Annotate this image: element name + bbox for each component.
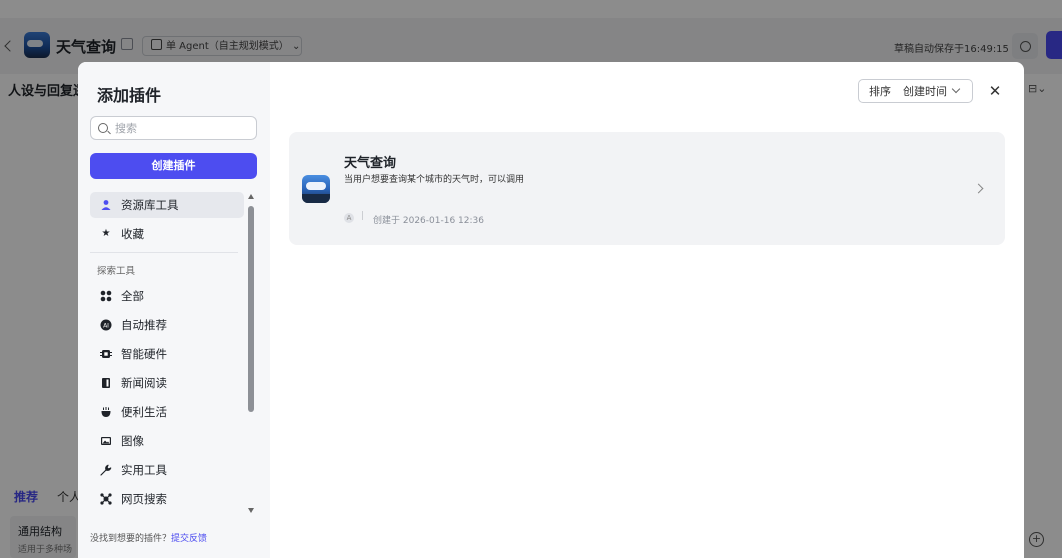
sidebar-item-label: 全部 [121,289,144,303]
sidebar-item-smart-hardware[interactable]: 智能硬件 [90,341,244,367]
create-plugin-button[interactable]: 创建插件 [90,153,257,179]
book-icon [100,377,112,389]
sidebar-item-image[interactable]: 图像 [90,428,244,454]
close-icon: ✕ [988,82,1002,100]
add-plugin-modal: 添加插件 创建插件 资源库工具 ★ 收藏 探索工具 全部 AI [78,62,1024,558]
sidebar-item-label: 图像 [121,434,144,448]
image-icon [100,435,112,447]
sidebar-item-favorites[interactable]: ★ 收藏 [90,221,244,247]
svg-text:AI: AI [103,322,109,329]
feedback-link[interactable]: 提交反馈 [171,534,207,544]
modal-title: 添加插件 [97,86,162,105]
sidebar-item-library[interactable]: 资源库工具 [90,192,244,218]
sort-select[interactable]: 排序 创建时间 [858,79,973,103]
plugin-sidebar: 添加插件 创建插件 资源库工具 ★ 收藏 探索工具 全部 AI [78,62,270,558]
sidebar-item-utilities[interactable]: 实用工具 [90,457,244,483]
section-divider [90,252,238,253]
sidebar-item-label: 实用工具 [121,463,167,477]
sort-label: 排序 [869,85,891,98]
close-button[interactable]: ✕ [986,82,1004,100]
weather-plugin-icon [302,175,330,203]
sidebar-item-news[interactable]: 新闻阅读 [90,370,244,396]
search-box[interactable] [90,116,257,140]
web-search-icon [100,493,112,505]
scroll-down-icon[interactable] [248,508,254,513]
ai-icon: AI [100,319,112,331]
sidebar-item-life[interactable]: 便利生活 [90,399,244,425]
search-input[interactable] [115,119,251,137]
search-icon [98,123,108,133]
chip-icon [100,348,112,360]
meta-separator: | [361,211,365,221]
explore-section-label: 探索工具 [97,266,136,277]
plugin-card[interactable]: 天气查询 当用户想要查询某个城市的天气时，可以调用 A | 创建于 2026-0… [289,132,1005,245]
feedback-hint: 没找到想要的插件？提交反馈 [90,531,207,544]
scroll-up-icon[interactable] [248,194,254,199]
sidebar-item-all[interactable]: 全部 [90,283,244,309]
user-icon [100,199,112,211]
author-avatar: A [344,213,354,223]
sidebar-item-label: 资源库工具 [121,198,179,212]
sidebar-item-label: 自动推荐 [121,318,167,332]
chevron-down-icon [951,84,961,94]
cup-icon [100,406,112,418]
sidebar-item-label: 智能硬件 [121,347,167,361]
sidebar-item-web-search[interactable]: 网页搜索 [90,486,244,512]
plugin-created-at: 创建于 2026-01-16 12:36 [373,216,484,226]
plugin-description: 当用户想要查询某个城市的天气时，可以调用 [344,175,525,185]
sidebar-item-label: 网页搜索 [121,492,167,506]
sidebar-item-label: 新闻阅读 [121,376,167,390]
sidebar-item-auto-recommend[interactable]: AI 自动推荐 [90,312,244,338]
grid-icon [100,290,112,302]
sort-value: 创建时间 [903,85,947,98]
star-icon: ★ [101,228,111,239]
plugin-name: 天气查询 [344,156,397,171]
sidebar-item-label: 便利生活 [121,405,167,419]
sidebar-item-label: 收藏 [121,227,144,241]
wrench-icon [100,464,112,476]
sidebar-scrollbar[interactable] [248,206,254,412]
chevron-right-icon[interactable] [973,183,984,194]
feedback-text: 没找到想要的插件？ [90,534,172,544]
